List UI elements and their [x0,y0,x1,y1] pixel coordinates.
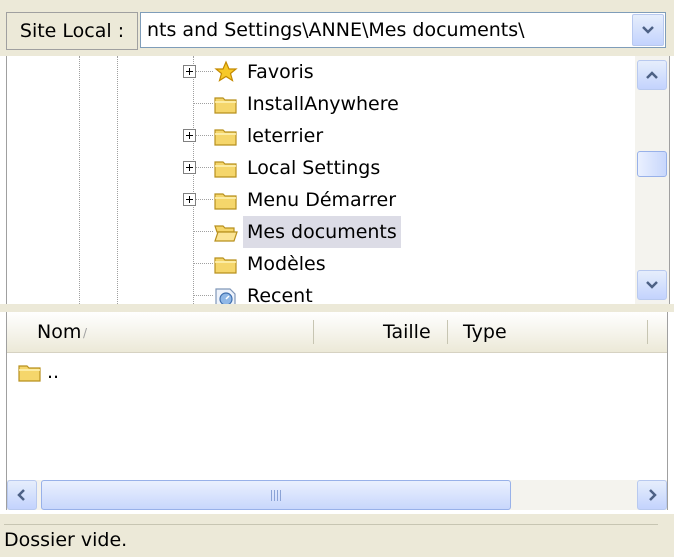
tree-item[interactable]: Local Settings [7,152,627,184]
tree-item-label: Local Settings [247,157,381,179]
status-bar: Dossier vide. [0,514,674,557]
column-divider[interactable] [647,320,648,344]
tree-item-label: leterrier [247,125,324,147]
local-path-combobox[interactable]: nts and Settings\ANNE\Mes documents\ [140,12,666,48]
tree-item-label: Mes documents [243,216,401,248]
tree-item[interactable]: Favoris [7,56,627,88]
tree-item[interactable]: Menu Démarrer [7,184,627,216]
tree-connector [193,71,213,72]
tree-item-label: Modèles [247,253,326,275]
tree-item-label: Recent [247,285,313,304]
folder-icon [214,129,237,146]
chevron-down-icon [646,281,658,289]
pane-splitter[interactable] [0,304,674,312]
expand-plus-icon[interactable] [183,129,196,142]
scroll-right-button[interactable] [637,480,667,510]
list-scroll-thumb[interactable] [41,480,511,510]
chevron-right-icon [649,489,657,501]
tree-item[interactable]: Mes documents [7,216,627,248]
column-divider[interactable] [313,320,314,344]
tree-connector [193,295,213,296]
scroll-left-button[interactable] [7,480,37,510]
local-folder-tree[interactable]: Favoris InstallAnywhere leterrier Local Set… [6,56,670,304]
tree-scroll-thumb[interactable] [637,151,667,177]
grip-icon [271,490,281,501]
tree-item[interactable]: Modèles [7,248,627,280]
scroll-up-button[interactable] [637,60,667,90]
folder-icon [214,193,237,210]
chevron-down-icon [642,26,654,34]
tree-connector [193,135,213,136]
sort-indicator-icon: / [83,326,88,340]
expand-plus-icon[interactable] [183,161,196,174]
local-path-text: nts and Settings\ANNE\Mes documents\ [147,19,525,41]
recent-folder-icon [215,288,236,304]
tree-item[interactable]: leterrier [7,120,627,152]
scroll-down-button[interactable] [637,270,667,300]
folder-icon [18,365,41,382]
folder-icon [214,161,237,178]
tree-connector [193,103,213,104]
list-item-label: .. [47,361,60,383]
address-bar: Site Local : nts and Settings\ANNE\Mes d… [0,0,674,56]
tree-connector [193,231,213,232]
expand-plus-icon[interactable] [183,65,196,78]
column-header-size[interactable]: Taille [383,312,431,352]
tree-connector [193,167,213,168]
folder-icon [214,97,237,114]
site-local-label: Site Local : [6,12,138,50]
tree-item-label: InstallAnywhere [247,93,399,115]
tree-vertical-scrollbar[interactable] [635,56,669,304]
chevron-left-icon [17,489,25,501]
expand-plus-icon[interactable] [183,193,196,206]
tree-item-label: Favoris [247,61,314,83]
column-divider[interactable] [447,320,448,344]
path-dropdown-button[interactable] [632,14,664,46]
list-horizontal-scrollbar[interactable] [7,480,667,510]
chevron-up-icon [646,71,658,79]
open-folder-icon [214,225,238,242]
tree-connector [193,263,213,264]
column-header-type[interactable]: Type [463,312,507,352]
column-header-name[interactable]: Nom [37,312,81,352]
tree-item[interactable]: Recent [7,280,627,304]
star-folder-icon [214,60,238,82]
status-text: Dossier vide. [4,524,658,555]
tree-item[interactable]: InstallAnywhere [7,88,627,120]
tree-connector [193,199,213,200]
tree-item-label: Menu Démarrer [247,189,397,211]
list-header: Nom / Taille Type [7,312,667,353]
local-file-list[interactable]: Nom / Taille Type .. [6,312,668,510]
folder-icon [214,257,237,274]
